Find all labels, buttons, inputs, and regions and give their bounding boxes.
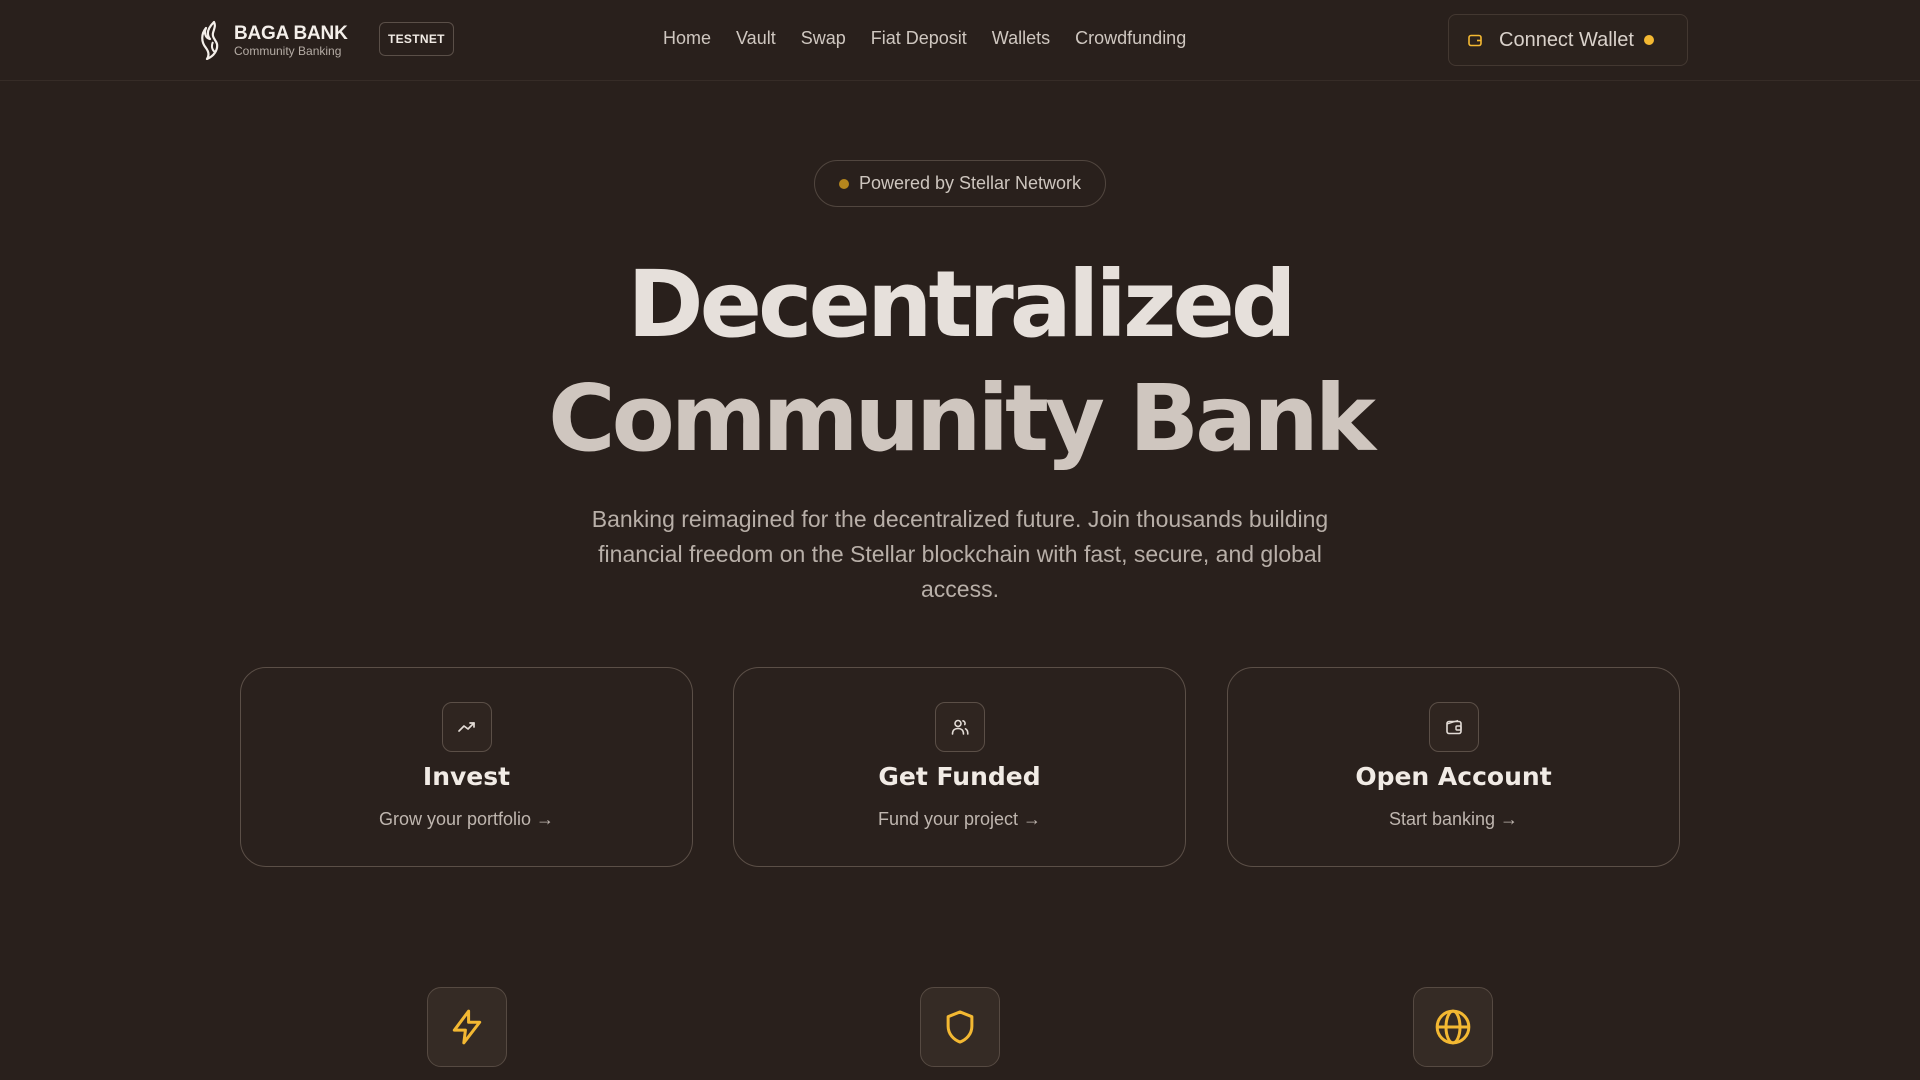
open-account-card-subtitle: Start banking → — [1388, 809, 1519, 829]
nav-vault[interactable]: Vault — [736, 28, 776, 49]
lightning-icon — [427, 987, 507, 1067]
brand-name: BAGA BANK — [234, 22, 348, 44]
open-account-card-title: Open Account — [1355, 762, 1552, 791]
powered-by-badge: Powered by Stellar Network — [814, 160, 1106, 207]
nav-crowdfunding[interactable]: Crowdfunding — [1075, 28, 1186, 49]
hero-description: Banking reimagined for the decentralized… — [591, 506, 1329, 602]
get-funded-card-title: Get Funded — [878, 762, 1041, 791]
nav-fiat-deposit[interactable]: Fiat Deposit — [871, 28, 967, 49]
connect-wallet-label: Connect Wallet — [1499, 28, 1634, 51]
connection-status-dot — [1643, 35, 1654, 45]
invest-card-subtitle: Grow your portfolio → — [378, 809, 555, 829]
connect-wallet-button[interactable]: Connect Wallet — [1448, 14, 1688, 66]
open-account-card[interactable]: Open Account Start banking → — [1227, 667, 1680, 867]
powered-by-label: Powered by Stellar Network — [858, 173, 1082, 193]
network-badge: TESTNET — [379, 22, 454, 56]
flame-logo-icon — [201, 20, 219, 60]
invest-card-title: Invest — [422, 762, 511, 791]
get-funded-card[interactable]: Get Funded Fund your project → — [733, 667, 1186, 867]
hero-title-line-2: Community Bank — [548, 365, 1376, 472]
main-nav: Home Vault Swap Fiat Deposit Wallets Cro… — [663, 28, 1186, 49]
nav-wallets[interactable]: Wallets — [992, 28, 1050, 49]
top-navbar: BAGA BANK Community Banking TESTNET Home… — [0, 0, 1920, 81]
shield-icon — [920, 987, 1000, 1067]
get-funded-card-subtitle: Fund your project → — [877, 809, 1042, 829]
users-icon — [934, 702, 985, 752]
trending-up-icon — [441, 702, 492, 752]
hero-title-line-1: Decentralized — [627, 251, 1297, 358]
wallet-icon — [1428, 702, 1479, 752]
globe-icon — [1413, 987, 1493, 1067]
brand-logo-link[interactable]: BAGA BANK Community Banking — [200, 20, 348, 60]
brand-tagline: Community Banking — [234, 43, 342, 58]
nav-home[interactable]: Home — [663, 28, 711, 49]
status-dot — [838, 178, 849, 189]
invest-card[interactable]: Invest Grow your portfolio → — [240, 667, 693, 867]
wallet-icon — [1468, 34, 1482, 47]
hero-title: Decentralized Community Bank — [0, 248, 1920, 476]
nav-swap[interactable]: Swap — [801, 28, 846, 49]
